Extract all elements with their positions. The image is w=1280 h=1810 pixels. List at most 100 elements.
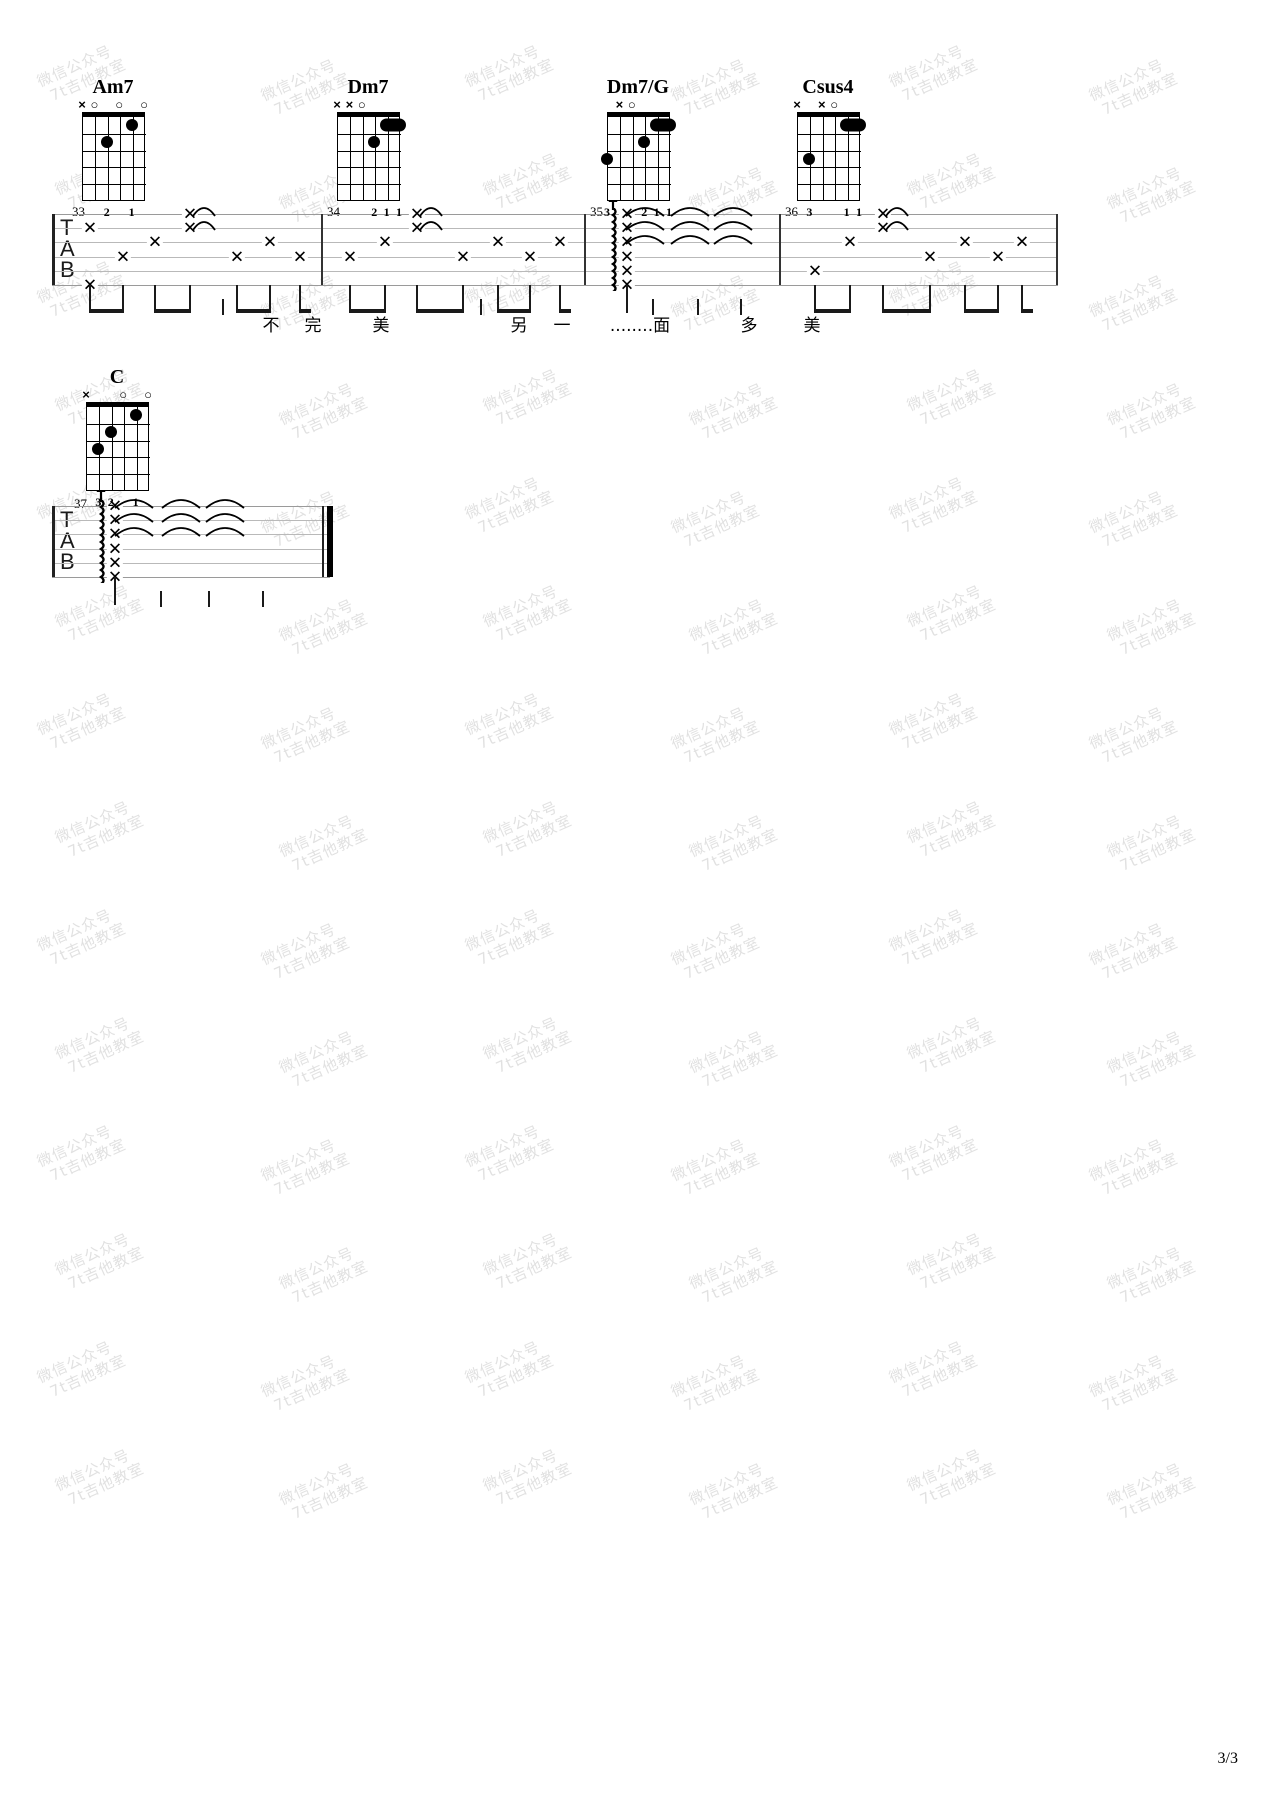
fret-wire-line	[338, 184, 401, 186]
mute-string-icon: ×	[333, 97, 341, 112]
fret-wire-line	[87, 423, 150, 425]
open-string-icon: ○	[357, 97, 366, 112]
fret-wire-line	[608, 167, 671, 169]
fret-string-line	[111, 407, 113, 491]
fret-string-line	[822, 117, 824, 201]
fret-string-line	[375, 117, 377, 201]
fret-wire-line	[608, 133, 671, 135]
finger-number: 1	[653, 205, 660, 219]
chord-barre	[649, 118, 676, 132]
finger-number: 1	[666, 205, 672, 219]
fret-wire-line	[798, 184, 861, 186]
finger-number: 2	[103, 205, 110, 219]
open-string-icon: ○	[119, 387, 128, 402]
fret-string-line	[107, 117, 109, 201]
fret-wire-line	[83, 133, 146, 135]
mute-string-icon: ×	[78, 97, 86, 112]
chord-diagram-csus4: Csus4 × × ○ 3 1 1	[787, 76, 869, 219]
chord-open-mute-markers: × ○	[597, 98, 679, 112]
chord-open-mute-markers: × ○ ○	[76, 388, 158, 402]
finger-number: 1	[128, 205, 135, 219]
chord-finger-dot	[803, 153, 816, 165]
lyric-syllable: 完	[304, 316, 322, 336]
chord-finger-numbers: 3 11	[787, 205, 869, 219]
chord-diagram-dm7-g: Dm7/G × ○ 3 2 1 1	[597, 76, 679, 219]
finger-number: 2	[107, 495, 114, 509]
finger-number: 2	[371, 205, 378, 219]
chord-name: Csus4	[802, 76, 854, 98]
mute-string-icon: ×	[82, 387, 90, 402]
chord-open-mute-markers: × × ○	[327, 98, 409, 112]
lyric-syllable: 不	[262, 316, 280, 336]
fret-wire-line	[338, 167, 401, 169]
chord-name: Dm7	[347, 76, 389, 98]
finger-number: 1	[843, 205, 850, 219]
chord-finger-dot	[125, 119, 138, 132]
fret-wire-line	[87, 440, 150, 442]
fret-string-line	[120, 117, 122, 201]
lyric-syllable: 一	[553, 316, 571, 336]
chord-diagram-dm7: Dm7 × × ○ 2 1 1	[327, 76, 409, 219]
mute-string-icon: ×	[615, 97, 624, 112]
chord-name: Dm7/G	[606, 76, 670, 98]
chord-finger-dot	[638, 136, 651, 149]
open-string-icon: ○	[90, 97, 99, 112]
finger-number: 1	[396, 205, 402, 219]
lyric-syllable: 美	[372, 316, 390, 336]
chord-finger-dot	[92, 443, 105, 455]
finger-number: 2	[641, 205, 648, 219]
fret-string-line	[632, 117, 634, 201]
chord-name: Am7	[92, 76, 134, 98]
open-string-icon: ○	[115, 97, 124, 112]
chord-open-mute-markers: × ○ ○ ○	[72, 98, 154, 112]
fret-wire-line	[608, 184, 671, 186]
mute-string-icon: ×	[818, 97, 826, 112]
lyrics-layer: 不 完 美 另 一 ........面 多 美	[0, 0, 1280, 1810]
finger-number: 3	[95, 495, 102, 509]
chord-finger-dot	[100, 136, 113, 149]
chord-finger-dot	[368, 136, 381, 149]
fret-wire-line	[608, 150, 671, 152]
chord-finger-numbers: 21	[72, 205, 154, 219]
chord-diagram-am7: Am7 × ○ ○ ○ 2 1	[72, 76, 154, 219]
finger-number: 3	[604, 205, 610, 219]
fret-wire-line	[83, 167, 146, 169]
fret-wire-line	[87, 474, 150, 476]
fret-string-line	[645, 117, 647, 201]
fret-string-line	[362, 117, 364, 201]
open-string-icon: ○	[140, 97, 148, 112]
fret-wire-line	[338, 150, 401, 152]
fret-wire-line	[83, 184, 146, 186]
chord-finger-dot	[601, 153, 613, 165]
fret-string-line	[95, 117, 97, 201]
fret-string-line	[124, 407, 126, 491]
chord-barre	[379, 118, 406, 132]
open-string-icon: ○	[627, 97, 636, 112]
chord-finger-numbers: 32 1	[76, 495, 158, 509]
lyric-syllable: ........面	[609, 316, 671, 336]
fret-wire-line	[83, 150, 146, 152]
fret-wire-line	[798, 150, 861, 152]
fret-wire-line	[338, 133, 401, 135]
fret-wire-line	[798, 133, 861, 135]
score-page: 微信公众号 7t吉他教室 微信公众号 7t吉他教室 微信公众号 7t吉他教室 微信公众号 7t…	[0, 0, 1280, 1810]
open-string-icon: ○	[830, 97, 839, 112]
lyric-syllable: 另	[510, 316, 528, 336]
chord-finger-dot	[104, 426, 117, 439]
chord-name: C	[109, 366, 125, 388]
fret-string-line	[835, 117, 837, 201]
chord-barre	[839, 118, 866, 132]
chord-finger-numbers: 3211	[597, 205, 679, 219]
open-string-icon: ○	[144, 387, 152, 402]
finger-number: 3	[806, 205, 813, 219]
fret-wire-line	[87, 457, 150, 459]
chord-open-mute-markers: × × ○	[787, 98, 869, 112]
mute-string-icon: ×	[793, 97, 801, 112]
finger-number: 1	[856, 205, 862, 219]
mute-string-icon: ×	[345, 97, 354, 112]
fret-wire-line	[798, 167, 861, 169]
chord-diagram-c: C × ○ ○ 3 2 1	[76, 366, 158, 509]
fret-string-line	[350, 117, 352, 201]
finger-number: 1	[383, 205, 390, 219]
lyric-syllable: 美	[803, 316, 821, 336]
